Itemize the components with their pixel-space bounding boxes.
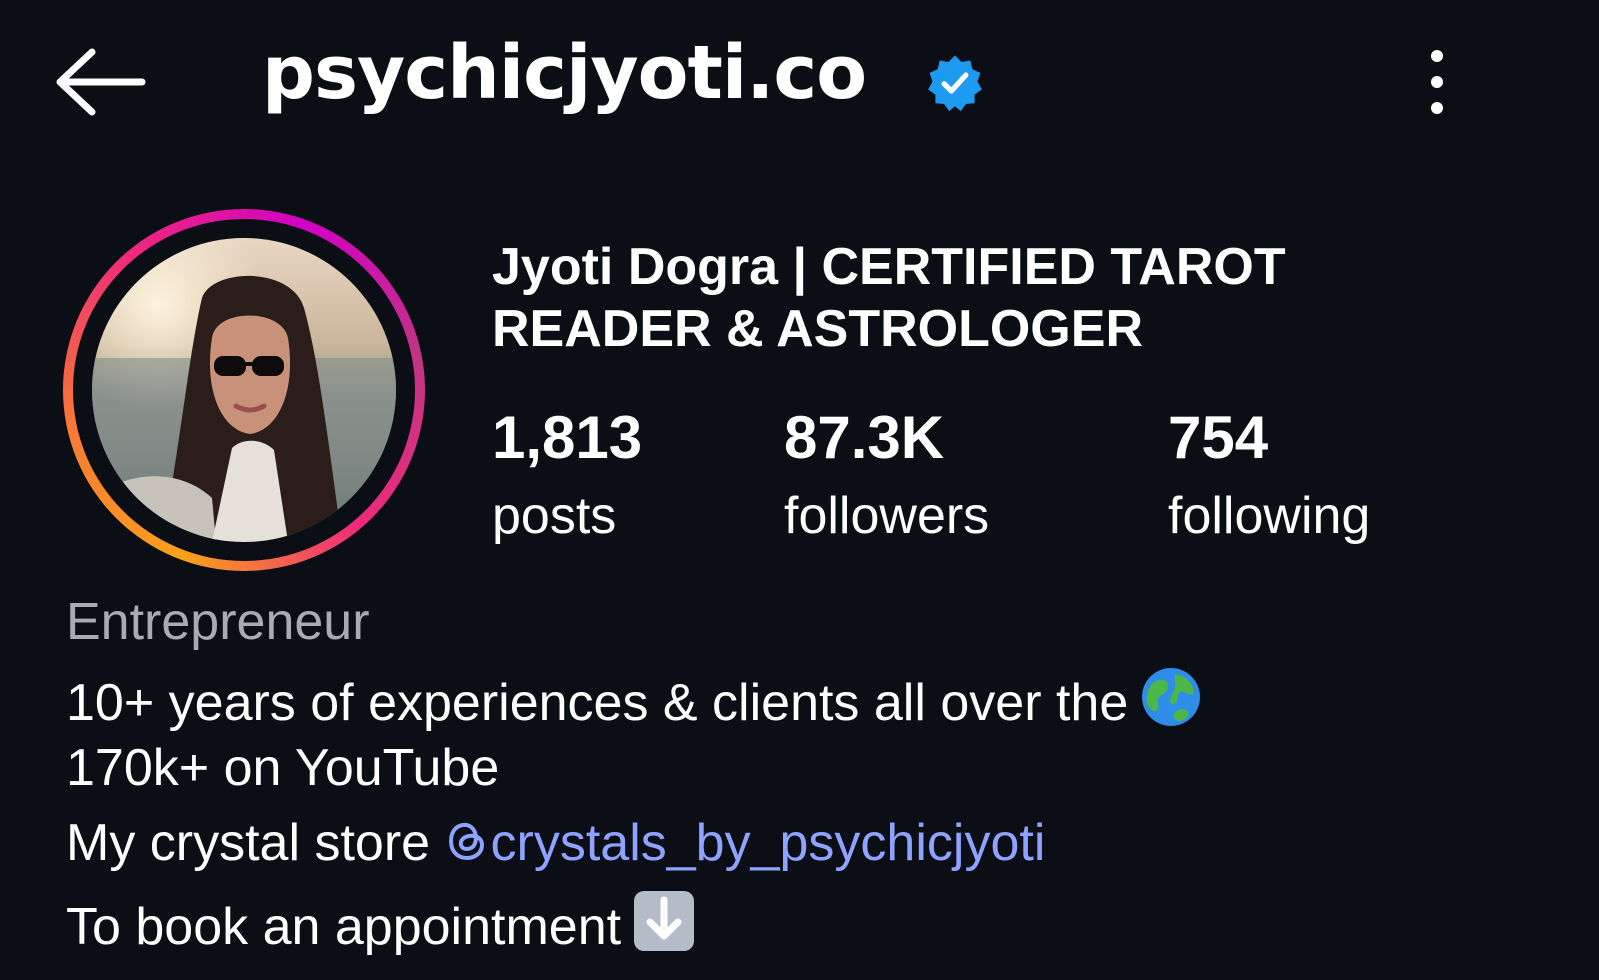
posts-label: posts	[492, 487, 617, 545]
followers-count: 87.3K	[784, 404, 945, 471]
profile-photo	[92, 238, 396, 542]
crystal-store-mention-text: crystals_by_psychicjyoti	[490, 814, 1046, 872]
verified-badge-icon	[928, 55, 982, 112]
globe-icon	[1140, 666, 1202, 737]
profile-username: psychicjyoti.co	[262, 30, 867, 116]
bio-line-crystal-store: My crystal store crystals_by_psychicjyot…	[66, 816, 1045, 873]
avatar[interactable]	[92, 238, 396, 542]
posts-count: 1,813	[492, 404, 643, 471]
bio-line-appointment: To book an appointment	[66, 890, 695, 961]
bio-line-experience-text: 10+ years of experiences & clients all o…	[66, 674, 1129, 732]
back-button[interactable]	[50, 46, 150, 118]
threads-icon	[445, 816, 489, 873]
bio-line-youtube: 170k+ on YouTube	[66, 739, 500, 797]
profile-full-name: Jyoti Dogra | CERTIFIED TAROT READER & A…	[492, 238, 1286, 358]
bio-appointment-text: To book an appointment	[66, 898, 622, 956]
crystal-store-mention-link[interactable]: crystals_by_psychicjyoti	[445, 814, 1046, 873]
bio-crystal-store-text: My crystal store	[66, 814, 431, 872]
more-options-button[interactable]	[1412, 46, 1462, 118]
arrow-left-icon	[56, 48, 146, 116]
bio-line-experience: 10+ years of experiences & clients all o…	[66, 666, 1202, 737]
profile-category: Entrepreneur	[66, 593, 370, 651]
more-vertical-icon	[1431, 50, 1443, 114]
followers-label: followers	[784, 487, 990, 545]
arrow-down-icon	[633, 890, 695, 961]
following-count: 754	[1168, 404, 1269, 471]
following-label: following	[1168, 487, 1371, 545]
